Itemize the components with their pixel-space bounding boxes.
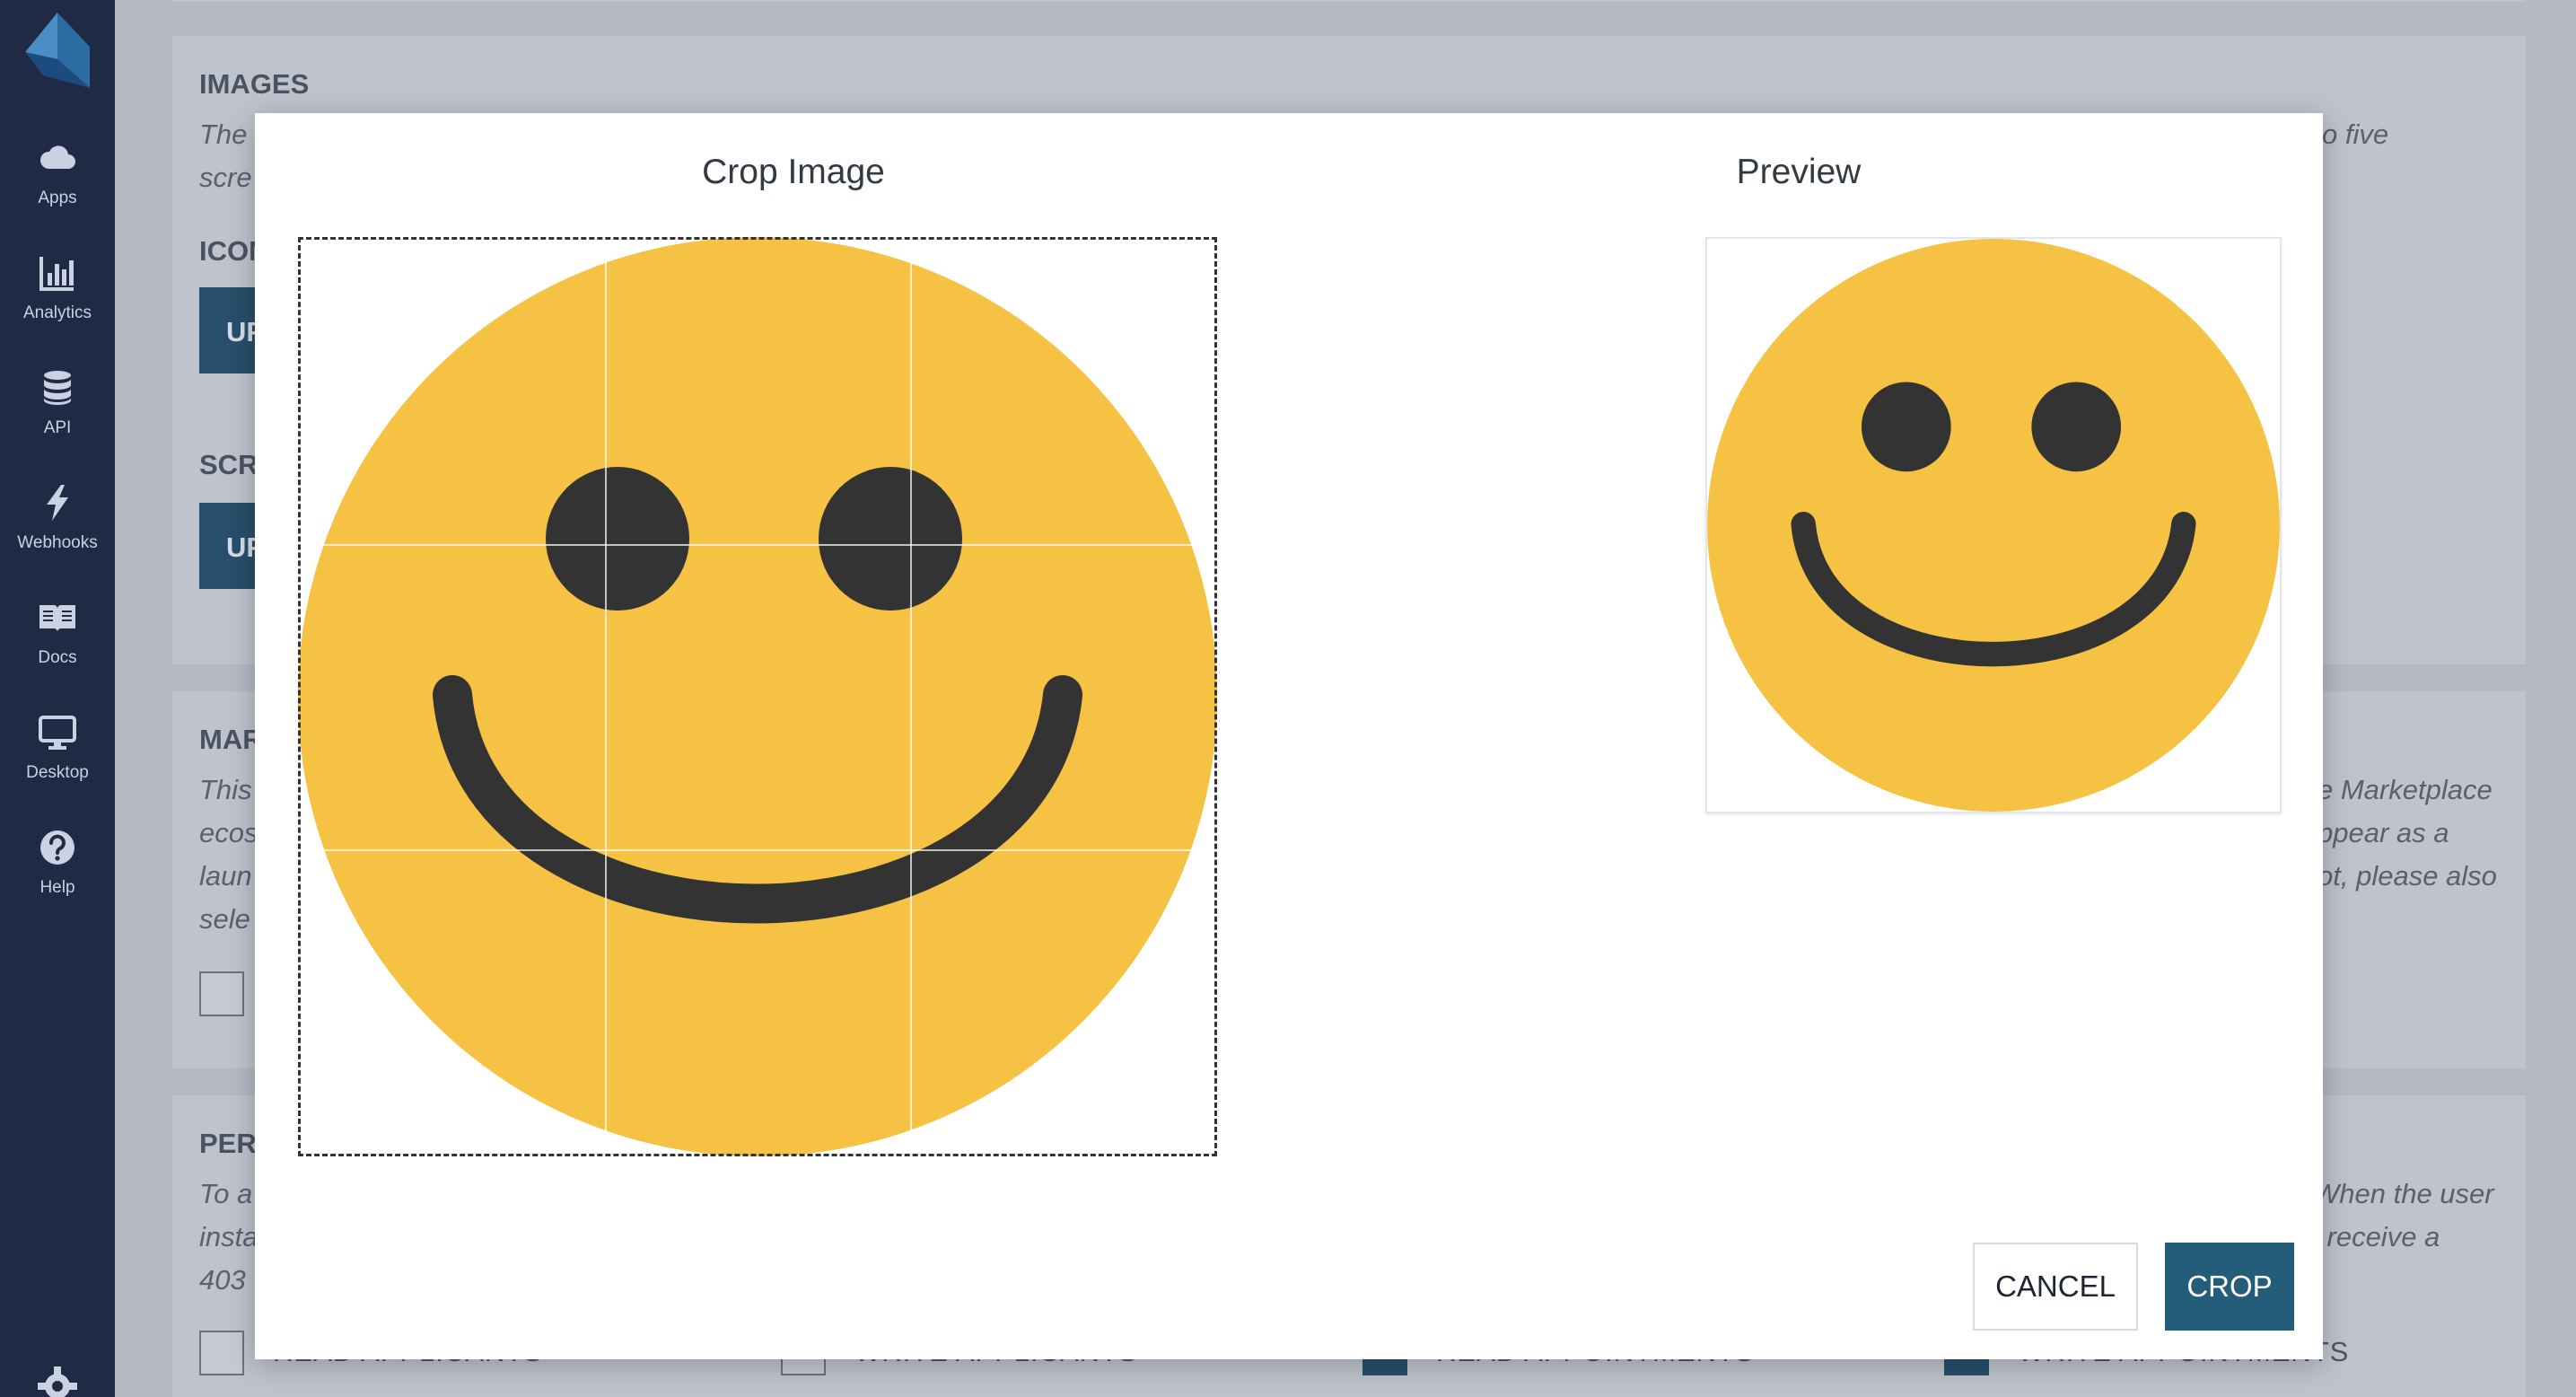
- crop-grid-line: [301, 544, 1214, 547]
- smiley-face-preview: [1707, 239, 2280, 812]
- crop-grid-line: [909, 240, 912, 1154]
- section-description: ppear as a: [2318, 817, 2449, 848]
- question-circle-icon: [36, 826, 79, 869]
- lightning-icon: [36, 481, 79, 524]
- section-description: The: [199, 119, 248, 150]
- section-heading: MAR: [199, 724, 263, 755]
- section-description: insta: [199, 1221, 258, 1252]
- gear-icon[interactable]: [36, 1365, 79, 1397]
- sidebar-item-help[interactable]: Help: [0, 804, 115, 919]
- cancel-button[interactable]: CANCEL: [1973, 1243, 2138, 1331]
- crop-grid-line: [605, 240, 608, 1154]
- sidebar-item-label: Desktop: [26, 763, 89, 782]
- section-description: l receive a: [2313, 1221, 2440, 1252]
- sidebar-item-label: Docs: [38, 648, 77, 667]
- crop-grid-line: [301, 848, 1214, 851]
- crop-resize-handle[interactable]: [1211, 1150, 1220, 1159]
- sidebar: Apps Analytics API Webhooks Docs Desktop…: [0, 0, 115, 1397]
- marketplace-checkbox[interactable]: [199, 971, 244, 1016]
- settings-card: [172, 0, 2526, 2]
- section-description: To a: [199, 1178, 253, 1209]
- monitor-icon: [36, 711, 79, 754]
- sidebar-item-desktop[interactable]: Desktop: [0, 690, 115, 804]
- sidebar-item-analytics[interactable]: Analytics: [0, 230, 115, 345]
- crop-image-title: Crop Image: [702, 153, 885, 191]
- section-description: This: [199, 774, 252, 805]
- sidebar-item-label: Help: [39, 878, 75, 897]
- crop-selection-box[interactable]: [298, 237, 1217, 1156]
- section-description: 403: [199, 1264, 246, 1296]
- section-description: ot, please also: [2318, 860, 2497, 892]
- cloud-icon: [36, 136, 79, 180]
- section-description: o five: [2322, 119, 2389, 150]
- sidebar-item-apps[interactable]: Apps: [0, 115, 115, 230]
- crop-button[interactable]: CROP: [2165, 1243, 2294, 1331]
- sidebar-item-label: Analytics: [22, 303, 92, 322]
- section-description: When the user: [2313, 1178, 2494, 1209]
- sidebar-item-label: Webhooks: [17, 533, 98, 552]
- section-heading: IMAGES: [199, 68, 310, 100]
- sidebar-item-webhooks[interactable]: Webhooks: [0, 460, 115, 575]
- preview-title: Preview: [1736, 153, 1862, 191]
- app-logo[interactable]: [25, 13, 90, 88]
- section-description: scre: [199, 162, 252, 193]
- sidebar-item-label: API: [43, 418, 72, 437]
- section-description: ecos: [199, 817, 258, 848]
- open-book-icon: [36, 596, 79, 639]
- sidebar-item-api[interactable]: API: [0, 345, 115, 460]
- database-icon: [36, 366, 79, 409]
- section-description: e Marketplace: [2318, 774, 2493, 805]
- crop-preview: [1705, 237, 2282, 813]
- sidebar-item-label: Apps: [38, 189, 77, 207]
- crop-image-dialog: Crop Image Preview CANCEL CROP: [255, 113, 2323, 1359]
- app-root: Apps Analytics API Webhooks Docs Desktop…: [0, 0, 2576, 1397]
- permission-checkbox-read-applicants[interactable]: [199, 1331, 244, 1375]
- bar-chart-icon: [36, 251, 79, 294]
- section-description: sele: [199, 903, 250, 935]
- sidebar-item-docs[interactable]: Docs: [0, 575, 115, 690]
- section-description: laun: [199, 860, 252, 892]
